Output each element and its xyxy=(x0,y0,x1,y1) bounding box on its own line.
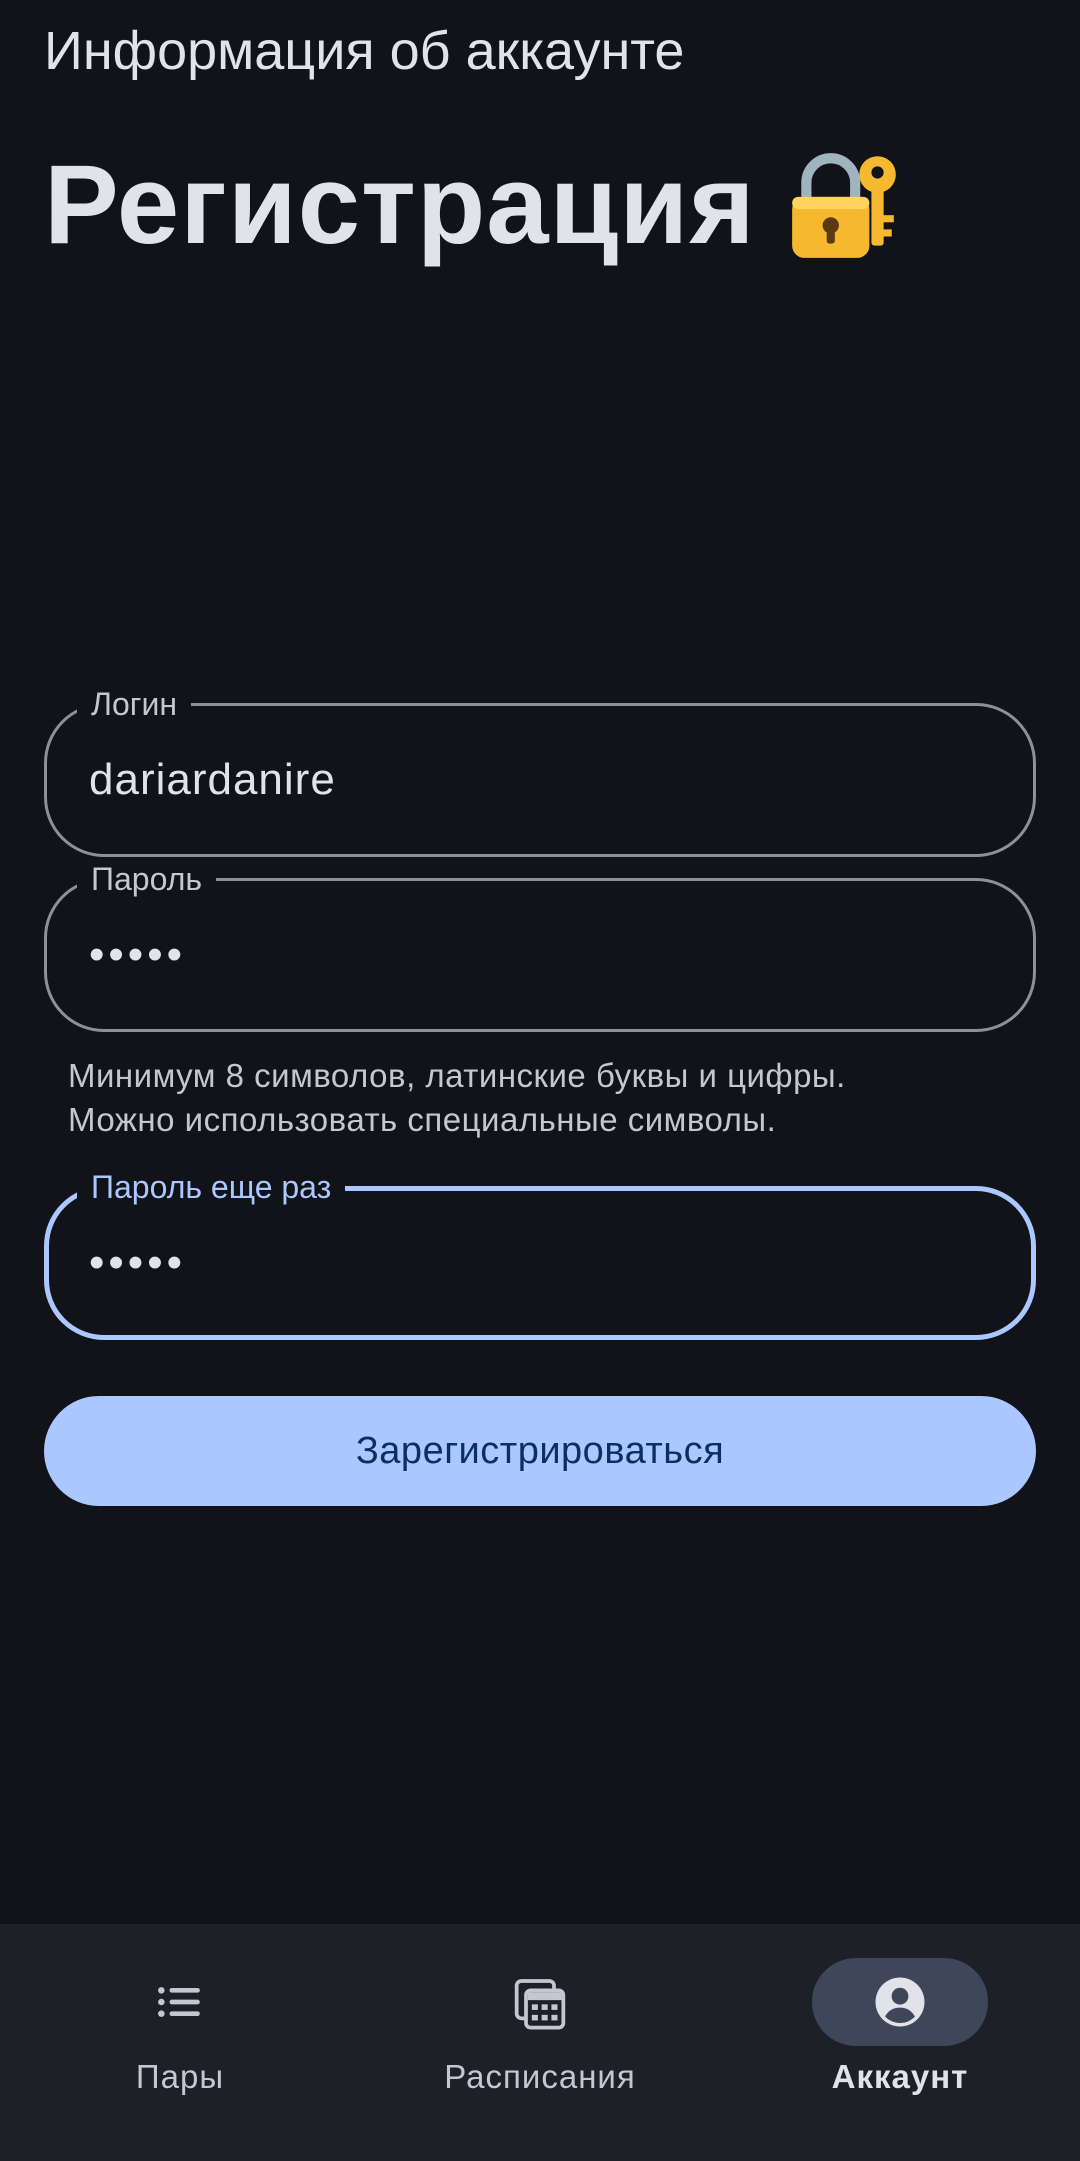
password-hint: Минимум 8 символов, латинские буквы и ци… xyxy=(68,1054,846,1142)
app-bar-title: Информация об аккаунте xyxy=(44,21,685,81)
nav-item-label: Расписания xyxy=(444,2058,636,2095)
nav-item-account[interactable]: Аккаунт xyxy=(720,1958,1080,2096)
bottom-navigation: Пары Расписания Аккаунт xyxy=(0,1924,1080,2161)
register-button[interactable]: Зарегистрироваться xyxy=(44,1396,1036,1506)
password-hint-line: Можно использовать специальные символы. xyxy=(68,1101,777,1138)
page-headline: Регистрация xyxy=(44,140,906,269)
registration-screen: Информация об аккаунте Регистрация Логин… xyxy=(0,0,1080,2161)
list-icon xyxy=(158,1987,200,2017)
nav-item-indicator xyxy=(452,1958,628,2046)
locked-with-key-icon xyxy=(791,152,896,258)
password-repeat-field[interactable]: Пароль еще раз ••••• xyxy=(44,1167,1036,1340)
nav-item-pairs[interactable]: Пары xyxy=(0,1958,360,2096)
account-circle-icon xyxy=(875,1977,925,2027)
login-field[interactable]: Логин dariardanire xyxy=(44,684,1036,857)
nav-item-label: Аккаунт xyxy=(831,2058,969,2095)
password-field[interactable]: Пароль ••••• xyxy=(44,859,1036,1032)
calendar-icon xyxy=(514,1979,566,2030)
nav-item-indicator xyxy=(812,1958,988,2046)
page-title: Регистрация xyxy=(44,142,756,267)
nav-item-schedules[interactable]: Расписания xyxy=(360,1958,720,2096)
password-hint-line: Минимум 8 символов, латинские буквы и ци… xyxy=(68,1057,846,1094)
password-repeat-input[interactable]: ••••• xyxy=(89,1191,186,1335)
login-input[interactable]: dariardanire xyxy=(89,706,336,854)
password-input[interactable]: ••••• xyxy=(89,881,186,1029)
nav-item-indicator xyxy=(92,1958,268,2046)
nav-item-label: Пары xyxy=(135,2058,225,2095)
